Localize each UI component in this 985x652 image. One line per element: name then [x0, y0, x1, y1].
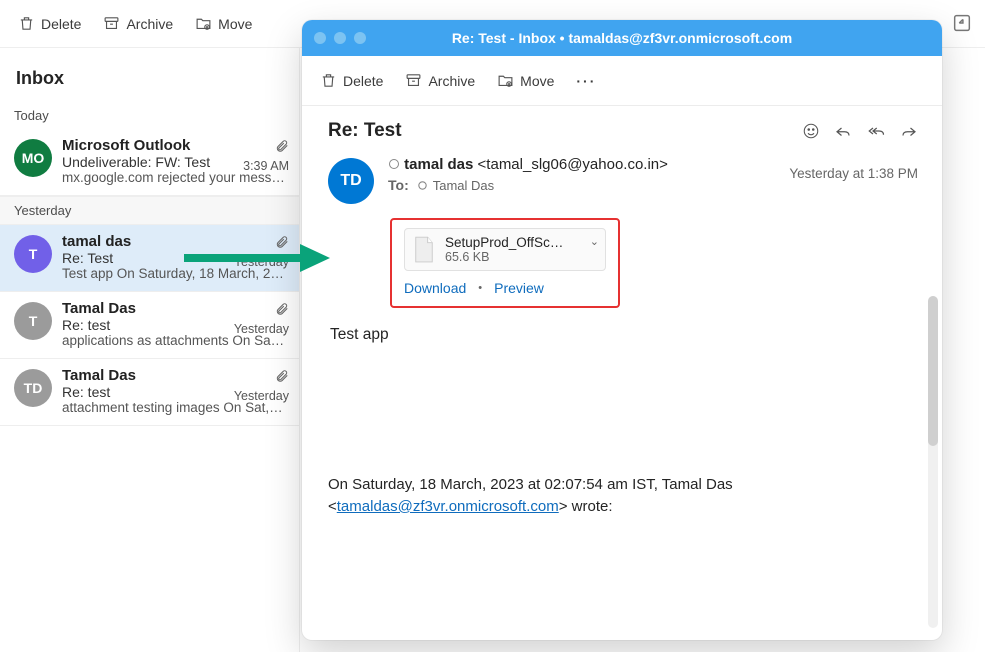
message-row[interactable]: T Tamal Das Re: test applications as att…: [0, 292, 299, 359]
group-label-yesterday: Yesterday: [0, 196, 299, 225]
archive-label: Archive: [126, 16, 173, 32]
delete-label: Delete: [41, 16, 81, 32]
avatar: TD: [14, 369, 52, 407]
avatar: MO: [14, 139, 52, 177]
forward-icon[interactable]: [900, 122, 918, 140]
time: 3:39 AM: [243, 159, 289, 173]
attachment-icon: [275, 369, 289, 383]
time: Yesterday: [234, 389, 289, 403]
reading-archive-label: Archive: [428, 73, 475, 89]
recipient-chip[interactable]: Tamal Das: [417, 178, 494, 193]
trash-icon: [320, 72, 337, 89]
move-button[interactable]: Move: [195, 15, 252, 32]
received-time: Yesterday at 1:38 PM: [789, 166, 918, 181]
chevron-down-icon[interactable]: ⌄: [590, 235, 599, 248]
attachment-area: SetupProd_OffScrub… 65.6 KB ⌄ Download •…: [390, 218, 620, 308]
reading-archive-button[interactable]: Archive: [405, 72, 475, 89]
scrollbar-track[interactable]: [928, 296, 938, 628]
window-titlebar[interactable]: Re: Test - Inbox • tamaldas@zf3vr.onmicr…: [302, 20, 942, 56]
file-icon: [413, 236, 435, 264]
scrollbar-thumb[interactable]: [928, 296, 938, 446]
reading-delete-button[interactable]: Delete: [320, 72, 383, 89]
quote-email-link[interactable]: tamaldas@zf3vr.onmicrosoft.com: [337, 498, 559, 515]
attachment-size: 65.6 KB: [445, 250, 565, 264]
reading-content: Re: Test TD tamal das <tamal_slg06@yahoo…: [302, 106, 942, 640]
reading-move-label: Move: [520, 73, 554, 89]
message-body: Test app: [330, 326, 918, 344]
from-avatar: TD: [328, 158, 374, 204]
to-label: To:: [388, 177, 409, 193]
message-row[interactable]: TD Tamal Das Re: test attachment testing…: [0, 359, 299, 426]
reply-all-icon[interactable]: [866, 122, 886, 140]
react-icon[interactable]: [802, 122, 820, 140]
archive-icon: [103, 15, 120, 32]
attachment-icon: [275, 302, 289, 316]
archive-icon: [405, 72, 422, 89]
traffic-zoom[interactable]: [354, 32, 366, 44]
archive-button[interactable]: Archive: [103, 15, 173, 32]
attachment-card[interactable]: SetupProd_OffScrub… 65.6 KB ⌄: [404, 228, 606, 271]
presence-icon: [417, 180, 428, 191]
message-row[interactable]: MO Microsoft Outlook Undeliverable: FW: …: [0, 129, 299, 196]
attachment-name: SetupProd_OffScrub…: [445, 235, 565, 250]
delete-button[interactable]: Delete: [18, 15, 81, 32]
attachment-icon: [275, 139, 289, 153]
move-icon: [195, 15, 212, 32]
quote-outro: > wrote:: [559, 498, 613, 515]
recipient-name: Tamal Das: [433, 178, 494, 193]
move-label: Move: [218, 16, 252, 32]
quoted-header: On Saturday, 18 March, 2023 at 02:07:54 …: [328, 474, 918, 518]
from-email: <tamal_slg06@yahoo.co.in>: [478, 156, 668, 173]
message-row[interactable]: T tamal das Re: Test Test app On Saturda…: [0, 225, 299, 292]
reading-window: Re: Test - Inbox • tamaldas@zf3vr.onmicr…: [302, 20, 942, 640]
window-title: Re: Test - Inbox • tamaldas@zf3vr.onmicr…: [302, 30, 942, 46]
reading-toolbar: Delete Archive Move ···: [302, 56, 942, 106]
time: Yesterday: [234, 322, 289, 336]
attachment-preview-link[interactable]: Preview: [494, 280, 544, 296]
trash-icon: [18, 15, 35, 32]
more-actions-button[interactable]: ···: [576, 73, 596, 89]
time: Yesterday: [234, 255, 289, 269]
inbox-title: Inbox: [16, 68, 283, 89]
group-label-today: Today: [0, 104, 299, 129]
move-icon: [497, 72, 514, 89]
avatar: T: [14, 235, 52, 273]
open-in-new-window-icon[interactable]: [951, 12, 973, 34]
traffic-minimize[interactable]: [334, 32, 346, 44]
separator: •: [478, 282, 482, 294]
traffic-close[interactable]: [314, 32, 326, 44]
attachment-download-link[interactable]: Download: [404, 280, 466, 296]
avatar: T: [14, 302, 52, 340]
inbox-pane: Inbox Today MO Microsoft Outlook Undeliv…: [0, 48, 300, 652]
reading-delete-label: Delete: [343, 73, 383, 89]
reply-icon[interactable]: [834, 122, 852, 140]
attachment-icon: [275, 235, 289, 249]
from-name: tamal das: [404, 156, 473, 173]
message-subject: Re: Test: [328, 120, 402, 142]
status-icon: [388, 158, 400, 170]
reading-move-button[interactable]: Move: [497, 72, 554, 89]
